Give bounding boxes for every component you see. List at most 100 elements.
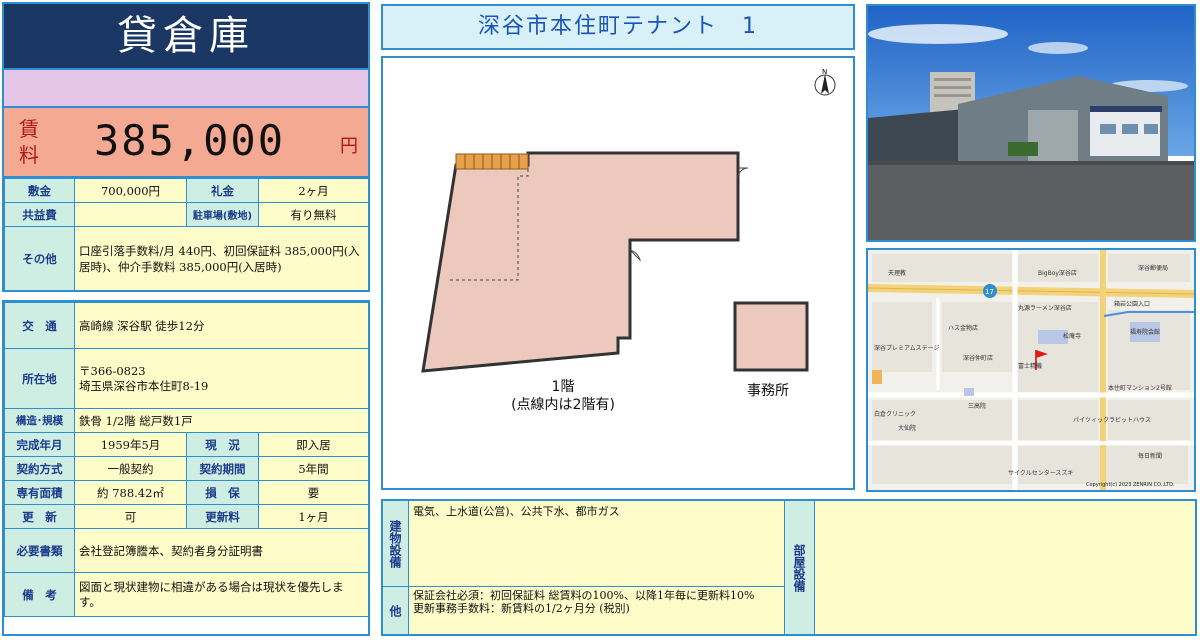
address-label: 所在地: [4, 348, 75, 409]
map-label: 毎日新聞: [1138, 452, 1162, 460]
parking-label: 駐車場(敷地): [186, 202, 259, 227]
map-label: 白倉クリニック: [874, 410, 916, 418]
table-row: 所在地 〒366-0823 埼玉県深谷市本住町8-19: [4, 348, 370, 409]
building-facilities-label: 建物設備: [383, 501, 409, 587]
docs-value: 会社登記簿謄本、契約者身分証明書: [73, 528, 370, 573]
header-strip: [4, 70, 368, 108]
period-label: 契約期間: [186, 456, 259, 481]
north-arrow-icon: N: [814, 68, 836, 96]
location-map-image: 17 天理教 BigBoy深谷店 深谷郵便局 丸源ラーメン深谷店 松庵寺 ハス金…: [867, 250, 1195, 490]
common-fee-value: [74, 202, 187, 227]
map-copyright: Copyright(c) 2023 ZENRIN CO.,LTD.: [1086, 482, 1175, 488]
table-row: 契約方式 一般契約 契約期間 5年間: [4, 456, 370, 481]
other-value: 口座引落手数料/月 440円、初回保証料 385,000円(入居時)、仲介手数料…: [74, 226, 369, 291]
key-money-label: 礼金: [186, 178, 259, 203]
built-value: 1959年5月: [74, 432, 187, 457]
notes-value: 図面と現状建物に相違がある場合は現状を優先します。: [73, 572, 370, 617]
page-title: 貸倉庫: [117, 13, 255, 59]
rent-row: 賃料 385,000 円: [4, 108, 368, 178]
other-info-line2: 更新事務手数料：新賃料の1/2ヶ月分 (税別): [413, 602, 630, 615]
map-label: BigBoy深谷店: [1038, 269, 1077, 277]
insurance-label: 損 保: [186, 480, 259, 505]
floor1-label: 1階: [551, 379, 575, 395]
insurance-value: 要: [257, 480, 370, 505]
map-label: 福寿院会館: [1130, 328, 1160, 336]
terms-table: 敷金 700,000円 礼金 2ヶ月 共益費 駐車場(敷地) 有り無料 その他 …: [4, 178, 369, 291]
structure-label: 構造･規模: [4, 408, 75, 433]
floor-plan-drawing: N: [421, 68, 836, 373]
renewal-label: 更 新: [4, 504, 75, 529]
details-table: 交 通 高崎線 深谷駅 徒歩12分 所在地 〒366-0823 埼玉県深谷市本住…: [4, 302, 370, 617]
contract-label: 契約方式: [4, 456, 75, 481]
other-info-value: 保証会社必須：初回保証料 総賃料の100%、以降1年毎に更新料10% 更新事務手…: [409, 587, 785, 634]
office-label: 事務所: [747, 383, 789, 399]
key-money-value: 2ヶ月: [258, 178, 369, 203]
map-label: 富士精機: [1018, 362, 1042, 370]
map-label: 深谷プレミアムステージ: [874, 344, 939, 352]
area-label: 専有面積: [4, 480, 75, 505]
transport-label: 交 通: [4, 302, 75, 349]
table-row: その他 口座引落手数料/月 440円、初回保証料 385,000円(入居時)、仲…: [4, 226, 369, 291]
notes-label: 備 考: [4, 572, 75, 617]
warehouse-photo-image: [868, 6, 1194, 240]
table-row: 共益費 駐車場(敷地) 有り無料: [4, 202, 369, 227]
map-label: 丸源ラーメン深谷店: [1018, 304, 1072, 312]
status-label: 現 況: [186, 432, 259, 457]
room-facilities-label: 部屋設備: [785, 501, 815, 634]
renewal-fee-label: 更新料: [186, 504, 259, 529]
title-bar: 貸倉庫: [4, 4, 368, 70]
property-photo: [866, 4, 1196, 242]
property-details-panel: 交 通 高崎線 深谷駅 徒歩12分 所在地 〒366-0823 埼玉県深谷市本住…: [2, 300, 370, 636]
rent-value: 385,000: [94, 116, 286, 165]
facilities-panel: 建物設備 電気、上水道(公営)、公共下水、都市ガス 他 保証会社必須：初回保証料…: [381, 499, 1197, 636]
docs-label: 必要書類: [4, 528, 75, 573]
table-row: 更 新 可 更新料 1ヶ月: [4, 504, 370, 529]
table-row: 備 考 図面と現状建物に相違がある場合は現状を優先します。: [4, 572, 370, 617]
address-value: 埼玉県深谷市本住町8-19: [79, 378, 209, 393]
floor1-note: (点線内は2階有): [511, 397, 615, 413]
map-label: 深谷郵便局: [1138, 264, 1168, 272]
transport-value: 高崎線 深谷駅 徒歩12分: [73, 302, 370, 349]
map-label: パイツィックラビットハウス: [1073, 416, 1151, 424]
stair-hatch: [455, 153, 529, 170]
property-name: 深谷市本住町テナント 1: [478, 14, 758, 39]
other-label: その他: [4, 226, 75, 291]
map-label: サイクルセンタースズキ: [1008, 469, 1073, 477]
map-label: 大仙院: [898, 424, 916, 432]
address-cell: 〒366-0823 埼玉県深谷市本住町8-19: [73, 348, 370, 409]
address-postal: 〒366-0823: [79, 363, 146, 378]
floor1-outline: [421, 151, 740, 373]
other-info-label: 他: [383, 587, 409, 634]
common-fee-label: 共益費: [4, 202, 75, 227]
map-label: 深谷仲町店: [963, 354, 993, 362]
room-facilities-value: [815, 501, 1195, 634]
parking-value: 有り無料: [258, 202, 369, 227]
contract-value: 一般契約: [74, 456, 187, 481]
table-row: 構造･規模 鉄骨 1/2階 総戸数1戸: [4, 408, 370, 433]
area-value: 約 788.42㎡: [74, 480, 187, 505]
building-facilities-value: 電気、上水道(公営)、公共下水、都市ガス: [409, 501, 785, 587]
map-label: ハス金物店: [948, 324, 978, 332]
rent-label: 賃料: [19, 117, 39, 167]
renewal-fee-value: 1ヶ月: [257, 504, 370, 529]
table-row: 必要書類 会社登記簿謄本、契約者身分証明書: [4, 528, 370, 573]
deposit-value: 700,000円: [74, 178, 187, 203]
renewal-value: 可: [74, 504, 187, 529]
table-row: 敷金 700,000円 礼金 2ヶ月: [4, 178, 369, 203]
status-value: 即入居: [257, 432, 370, 457]
office-outline: [733, 301, 809, 372]
map-label: 本住町マンション2号館: [1108, 384, 1172, 392]
rent-unit: 円: [340, 136, 358, 157]
location-map: 17 天理教 BigBoy深谷店 深谷郵便局 丸源ラーメン深谷店 松庵寺 ハス金…: [866, 248, 1196, 492]
floor-plan: N 1階 (点線内は2階有) 事務所: [381, 56, 855, 490]
route-number: 17: [985, 288, 994, 296]
map-label: 箱岩公園入口: [1114, 300, 1150, 308]
rent-summary-panel: 貸倉庫 賃料 385,000 円 敷金 700,000円 礼金 2ヶ月 共益費 …: [2, 2, 370, 292]
map-label: 天理教: [888, 269, 906, 277]
deposit-label: 敷金: [4, 178, 75, 203]
map-label: 三高院: [968, 402, 986, 410]
table-row: 完成年月 1959年5月 現 況 即入居: [4, 432, 370, 457]
table-row: 交 通 高崎線 深谷駅 徒歩12分: [4, 302, 370, 349]
built-label: 完成年月: [4, 432, 75, 457]
map-label: 松庵寺: [1063, 332, 1081, 340]
